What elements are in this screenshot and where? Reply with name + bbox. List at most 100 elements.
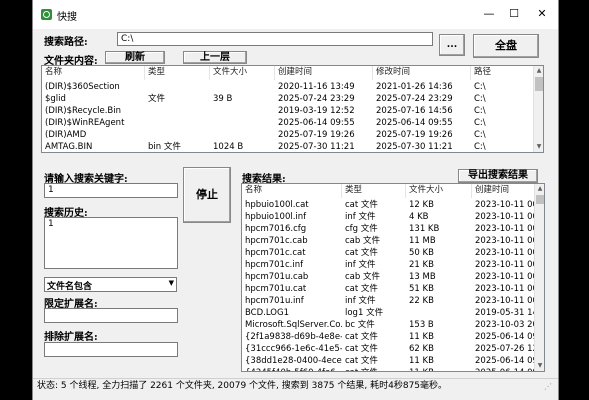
- chevron-down-icon[interactable]: ▼: [169, 279, 174, 287]
- exclude-ext-label: 排除扩展名:: [44, 332, 98, 343]
- cell-type: cat 文件: [342, 367, 406, 371]
- result-row[interactable]: hpcm701u.inf inf 文件 22 KB 2023-10-11 00:: [242, 295, 536, 307]
- cell-created: 2023-10-11 00:: [475, 260, 536, 270]
- window-title: 快搜: [57, 12, 77, 23]
- cell-size: [210, 129, 275, 141]
- result-row[interactable]: Microsoft.SqlServer.Co... bc 文件 153 B 2023-…: [242, 319, 536, 331]
- cell-size: 39 B: [213, 94, 233, 104]
- col-created[interactable]: 创建时间: [275, 66, 373, 80]
- col-path[interactable]: 路径: [471, 66, 535, 80]
- app-window: 快搜 — ☐ ✕ 搜索路径: C:\ ... 全盘 文件夹内容: 刷新 上一层 …: [32, 0, 559, 400]
- keyword-input[interactable]: 1: [44, 183, 178, 198]
- history-list[interactable]: 1: [44, 217, 178, 269]
- maximize-button[interactable]: ☐: [502, 5, 526, 23]
- cell-type: cat 文件: [345, 356, 378, 366]
- cell-created: 2023-10-11 00:: [475, 200, 536, 210]
- result-row[interactable]: hpbuio100l.cat cat 文件 12 KB 2023-10-11 00:: [242, 199, 536, 211]
- folder-table: 名称 类型 文件大小 创建时间 修改时间 路径 (DIR)$360Section…: [41, 65, 544, 153]
- folder-row[interactable]: $glid 文件 39 B 2025-07-24 23:29 2025-07-2…: [42, 93, 535, 105]
- result-row[interactable]: {2f1a9838-d69b-4e8e-... cat 文件 11 KB 2025-0…: [242, 331, 536, 343]
- cell-name: hpcm701u.inf: [245, 296, 304, 306]
- include-ext-input[interactable]: [44, 308, 178, 323]
- cell-created: 2023-10-11 00:: [475, 296, 536, 306]
- result-row[interactable]: BCD.LOG1 log1 文件 2019-05-31 14:: [242, 307, 536, 319]
- cell-path: C:\: [474, 130, 486, 140]
- minimize-button[interactable]: —: [477, 5, 501, 23]
- result-row[interactable]: {31ccc966-1e6c-41e5-8...cat 文件 62 KB 2025-…: [242, 343, 536, 355]
- scroll-thumb[interactable]: [535, 77, 543, 91]
- col-name[interactable]: 名称: [242, 184, 342, 198]
- refresh-button[interactable]: 刷新: [105, 51, 165, 64]
- folder-table-scrollbar[interactable]: ▲ ▼: [533, 66, 543, 152]
- results-table: 名称 类型 文件大小 创建时间 hpbuio100l.cat cat 文件 12 K…: [241, 183, 545, 372]
- scroll-down-icon[interactable]: ▼: [535, 361, 544, 371]
- browse-button[interactable]: ...: [439, 34, 465, 56]
- cell-size: 62 KB: [409, 344, 434, 354]
- cell-created: 2020-11-16 13:49: [278, 82, 355, 92]
- cell-name: {38dd1e28-0400-4ece-...: [245, 356, 342, 366]
- folder-row[interactable]: (DIR)AMD 2025-07-19 19:26 2025-07-19 19:…: [42, 129, 535, 141]
- folder-row[interactable]: (DIR)$Recycle.Bin 2019-03-19 12:52 2025-…: [42, 105, 535, 117]
- exclude-ext-input[interactable]: [44, 342, 178, 357]
- col-name[interactable]: 名称: [42, 66, 145, 80]
- cell-type: cat 文件: [345, 248, 378, 258]
- cell-name: (DIR)$WinREAgent: [45, 118, 125, 128]
- stop-button[interactable]: 停止: [183, 167, 231, 223]
- result-row[interactable]: hpcm701u.cat cat 文件 51 KB 2023-10-11 00:: [242, 283, 536, 295]
- cell-modified: 2025-07-16 14:56: [376, 106, 453, 116]
- resize-grip-icon[interactable]: ⋰: [544, 382, 554, 392]
- col-size[interactable]: 文件大小: [406, 184, 472, 198]
- cell-path: C:\: [474, 118, 486, 128]
- full-disk-button[interactable]: 全盘: [473, 34, 539, 58]
- cell-name: {2f1a9838-d69b-4e8e-...: [245, 332, 342, 342]
- close-button[interactable]: ✕: [530, 5, 554, 23]
- cell-created: 2023-10-11 00:: [475, 272, 536, 282]
- export-results-button[interactable]: 导出搜索结果: [458, 169, 538, 183]
- history-item[interactable]: 1: [48, 219, 174, 229]
- cell-size: 50 KB: [409, 248, 434, 258]
- cell-modified: 2025-06-14 09:55: [376, 118, 453, 128]
- cell-size: [210, 117, 275, 129]
- col-size[interactable]: 文件大小: [210, 66, 275, 80]
- cell-type: [145, 105, 210, 117]
- result-row[interactable]: {38dd1e28-0400-4ece-...cat 文件 11 KB 2025-0…: [242, 355, 536, 367]
- cell-name: {31ccc966-1e6c-41e5-8...: [245, 344, 342, 354]
- filter-mode-select[interactable]: 文件名包含 ▼: [44, 277, 177, 292]
- result-row[interactable]: hpcm701u.cab cab 文件 13 MB 2023-10-11 00:: [242, 271, 536, 283]
- results-table-scrollbar[interactable]: ▲ ▼: [534, 184, 544, 371]
- search-path-input[interactable]: C:\: [117, 32, 433, 46]
- cell-modified: 2021-01-26 14:36: [376, 82, 453, 92]
- filter-mode-value: 文件名包含: [47, 282, 93, 292]
- cell-name: hpbuio100l.inf: [245, 212, 307, 222]
- scroll-down-icon[interactable]: ▼: [534, 142, 543, 152]
- cell-created: 2019-03-19 12:52: [278, 106, 355, 116]
- cell-type: inf 文件: [345, 296, 376, 306]
- up-level-button[interactable]: 上一层: [183, 51, 247, 64]
- cell-size: [406, 307, 472, 319]
- result-row[interactable]: hpcm701c.cat cat 文件 50 KB 2023-10-11 00:: [242, 247, 536, 259]
- col-type[interactable]: 类型: [145, 66, 210, 80]
- cell-name: hpcm7016.cfg: [245, 224, 307, 234]
- folder-row[interactable]: AMTAG.BIN bin 文件 1024 B 2025-07-30 11:21…: [42, 141, 535, 152]
- search-path-label: 搜索路径:: [44, 37, 88, 48]
- cell-created: 2025-07-19 19:26: [278, 130, 355, 140]
- result-row[interactable]: hpcm701c.cab cab 文件 11 MB 2023-10-11 00:: [242, 235, 536, 247]
- folder-row[interactable]: (DIR)$360Section 2020-11-16 13:49 2021-0…: [42, 81, 535, 93]
- cell-type: cab 文件: [345, 272, 380, 282]
- result-row[interactable]: hpcm7016.cfg cfg 文件 131 KB 2023-10-11 00:: [242, 223, 536, 235]
- cell-name: hpcm701c.inf: [245, 260, 304, 270]
- result-row[interactable]: hpcm701c.inf inf 文件 21 KB 2023-10-11 00:: [242, 259, 536, 271]
- scroll-up-icon[interactable]: ▲: [535, 184, 544, 194]
- result-row[interactable]: {4245f40b-5f60-4fe6-...cat 文件11 KB2025-0…: [242, 367, 536, 371]
- cell-created: 2023-10-11 00:: [475, 236, 536, 246]
- col-modified[interactable]: 修改时间: [373, 66, 471, 80]
- scroll-thumb[interactable]: [536, 195, 544, 204]
- result-row[interactable]: hpbuio100l.inf inf 文件 4 KB 2023-10-11 00:: [242, 211, 536, 223]
- cell-name: (DIR)$Recycle.Bin: [45, 106, 122, 116]
- cell-modified: 2025-07-19 19:26: [376, 130, 453, 140]
- col-created[interactable]: 创建时间: [472, 184, 536, 198]
- cell-name: $glid: [45, 94, 66, 104]
- scroll-up-icon[interactable]: ▲: [534, 66, 543, 76]
- col-type[interactable]: 类型: [342, 184, 406, 198]
- folder-row[interactable]: (DIR)$WinREAgent 2025-06-14 09:55 2025-0…: [42, 117, 535, 129]
